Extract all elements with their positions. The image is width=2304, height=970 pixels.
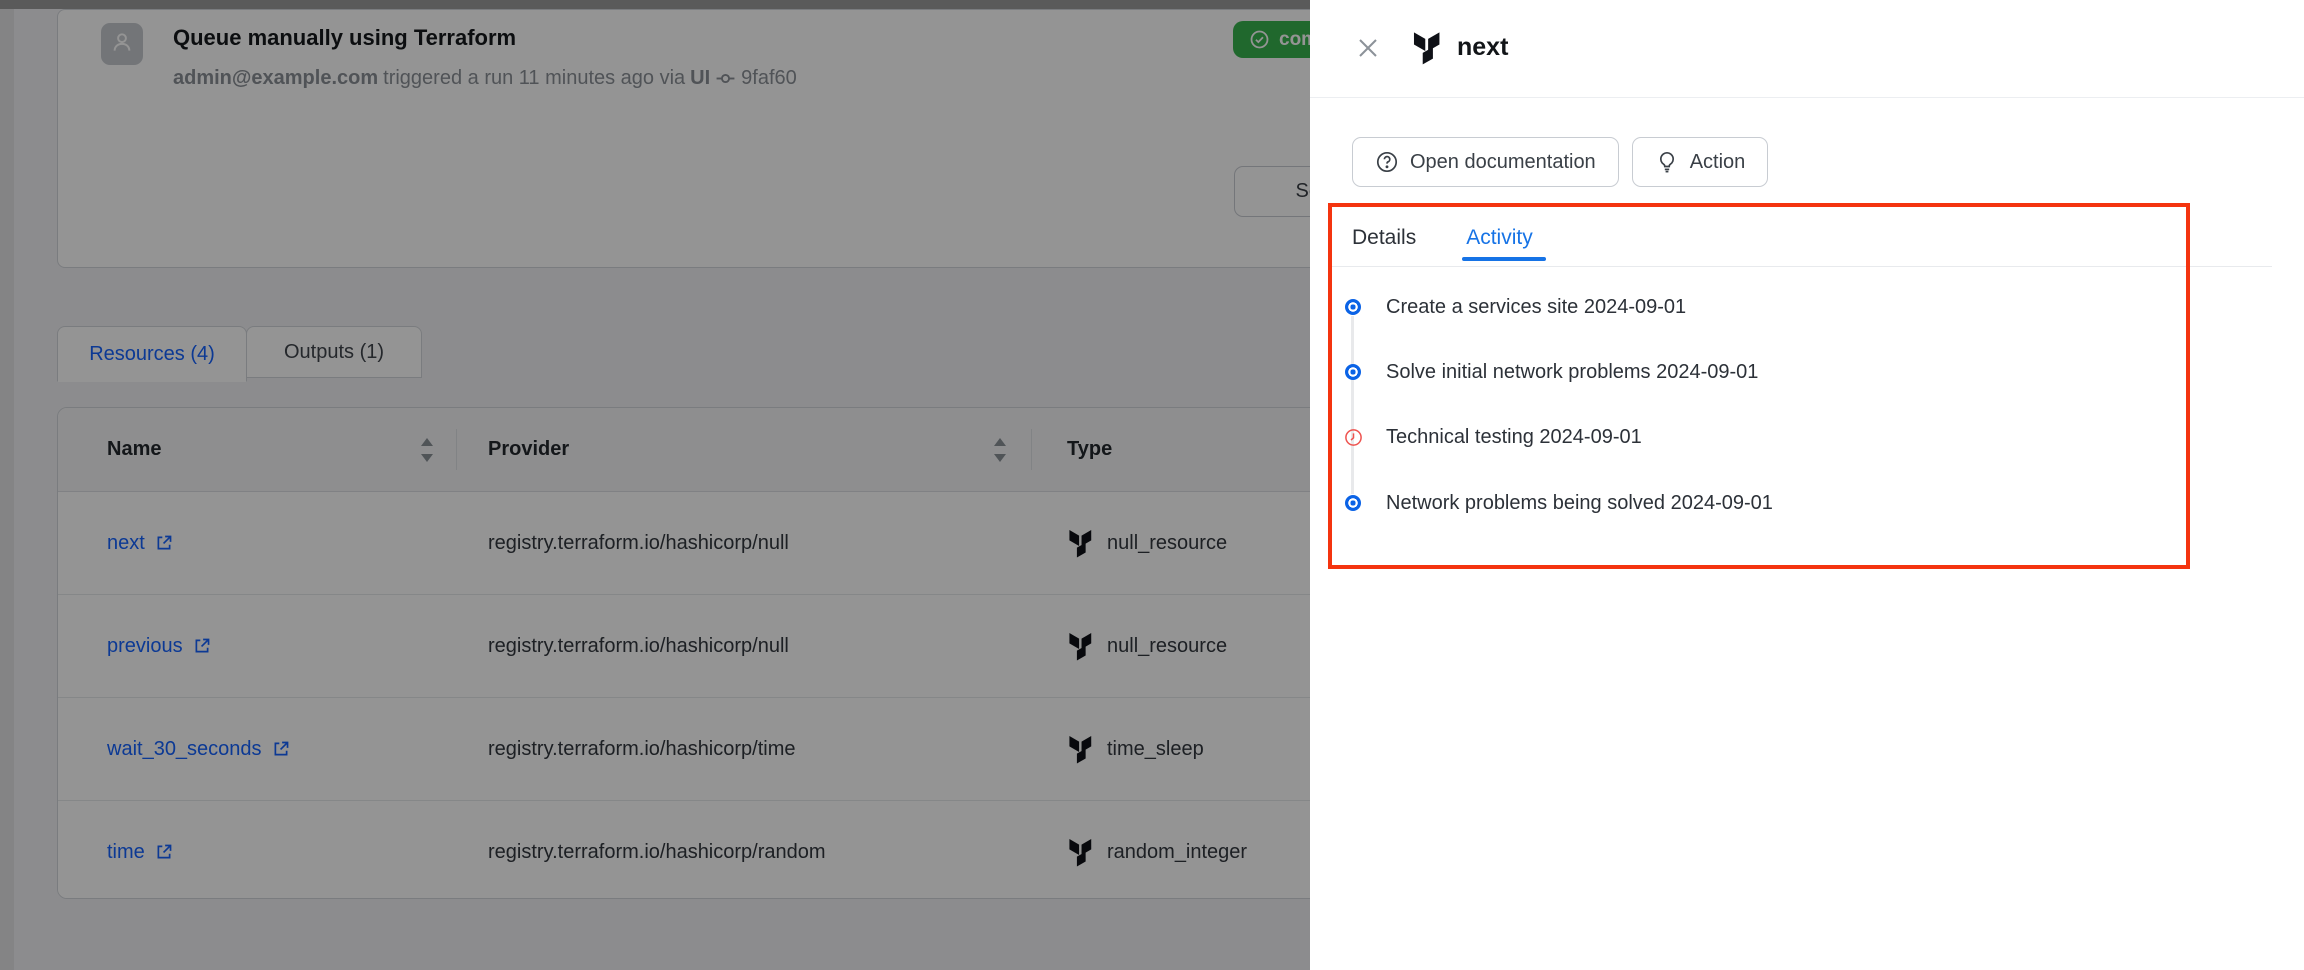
terraform-logo-icon [1412,30,1443,65]
activity-label: Solve initial network problems 2024-09-0… [1386,361,1758,384]
active-tab-underline [1462,257,1546,261]
activity-label: Network problems being solved 2024-09-01 [1386,492,1773,515]
drawer-actions: Open documentation Action [1352,137,1768,187]
status-dot-icon [1345,495,1361,511]
activity-label: Create a services site 2024-09-01 [1386,296,1686,319]
drawer-title: next [1457,33,1508,62]
tab-activity-label: Activity [1466,226,1533,249]
help-circle-icon [1375,150,1399,174]
resource-drawer: next Open documentation Action [1310,0,2304,970]
timeline-connector [1351,316,1354,494]
action-label: Action [1690,151,1746,174]
drawer-header: next [1354,30,1508,65]
clock-icon [1344,428,1363,447]
tab-details-label: Details [1352,226,1416,249]
close-icon[interactable] [1354,34,1382,62]
tab-details[interactable]: Details [1352,226,1416,266]
action-button[interactable]: Action [1632,137,1769,187]
activity-label: Technical testing 2024-09-01 [1386,426,1642,449]
status-dot-icon [1345,299,1361,315]
lightbulb-icon [1655,150,1679,174]
drawer-header-divider [1310,97,2304,98]
status-dot-icon [1345,364,1361,380]
open-documentation-button[interactable]: Open documentation [1352,137,1619,187]
open-documentation-label: Open documentation [1410,151,1596,174]
tabs-divider [1332,266,2272,267]
app-root: Queue manually using Terraform admin@exa… [0,0,2304,970]
